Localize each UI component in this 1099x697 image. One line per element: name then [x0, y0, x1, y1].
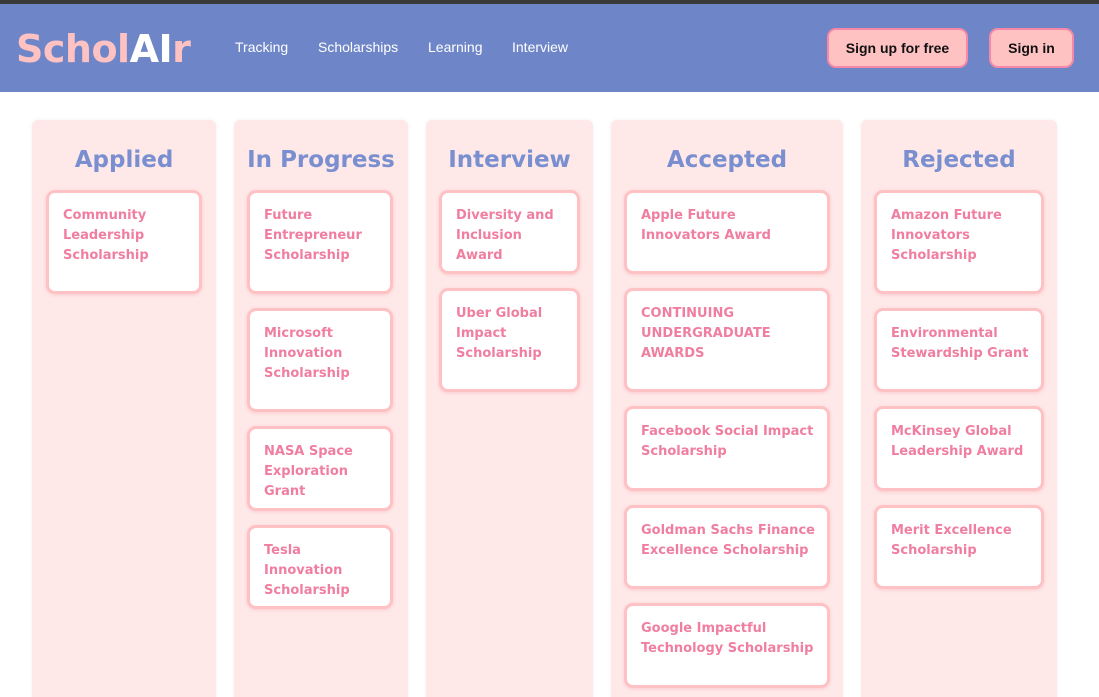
scholarship-card-title: Google Impactful Technology Scholarship	[641, 621, 814, 656]
scholarship-card[interactable]: Uber Global Impact Scholarship	[439, 288, 580, 392]
scholarship-card-title: Diversity and Inclusion Award	[456, 208, 554, 263]
scholarship-card[interactable]: Community Leadership Scholarship	[46, 190, 202, 294]
column-title: In Progress	[247, 147, 395, 173]
column-rejected: Rejected Amazon Future Innovators Schola…	[861, 120, 1057, 697]
navbar: ScholAIr Tracking Scholarships Learning …	[0, 4, 1099, 92]
scholarship-card-title: CONTINUING UNDERGRADUATE AWARDS	[641, 306, 771, 361]
scholarship-card[interactable]: Future Entrepreneur Scholarship	[247, 190, 393, 294]
column-title: Rejected	[902, 147, 1016, 173]
scholarship-card[interactable]: Microsoft Innovation Scholarship	[247, 308, 393, 412]
scholarship-card[interactable]: Diversity and Inclusion Award	[439, 190, 580, 274]
column-applied: Applied Community Leadership Scholarship	[32, 120, 216, 697]
scholarship-card-title: McKinsey Global Leadership Award	[891, 424, 1024, 459]
scholarship-card-title: Community Leadership Scholarship	[63, 208, 149, 263]
scholarship-card[interactable]: Goldman Sachs Finance Excellence Scholar…	[624, 505, 830, 589]
scholarship-card-title: Facebook Social Impact Scholarship	[641, 424, 814, 459]
sign-in-button[interactable]: Sign in	[989, 28, 1074, 68]
brand-logo[interactable]: ScholAIr	[16, 27, 191, 71]
scholarship-card-title: Apple Future Innovators Award	[641, 208, 771, 243]
column-interview: Interview Diversity and Inclusion Award …	[426, 120, 593, 697]
scholarship-card-title: Environmental Stewardship Grant	[891, 326, 1029, 361]
brand-logo-part2: AI	[129, 27, 173, 71]
scholarship-card[interactable]: NASA Space Exploration Grant	[247, 426, 393, 511]
brand-logo-part3: r	[172, 27, 191, 71]
brand-logo-part1: Schol	[16, 27, 130, 71]
scholarship-card-title: NASA Space Exploration Grant	[264, 444, 353, 499]
nav-link-interview[interactable]: Interview	[512, 38, 568, 56]
nav-link-learning[interactable]: Learning	[428, 38, 483, 56]
nav-link-scholarships[interactable]: Scholarships	[318, 38, 398, 56]
scholarship-card[interactable]: Amazon Future Innovators Scholarship	[874, 190, 1044, 294]
scholarship-card[interactable]: McKinsey Global Leadership Award	[874, 406, 1044, 491]
scholarship-card-title: Amazon Future Innovators Scholarship	[891, 208, 1002, 263]
scholarship-card[interactable]: Google Impactful Technology Scholarship	[624, 603, 830, 688]
sign-up-button[interactable]: Sign up for free	[827, 28, 968, 68]
column-in-progress: In Progress Future Entrepreneur Scholars…	[234, 120, 408, 697]
column-title: Accepted	[666, 147, 788, 173]
scholarship-card[interactable]: Apple Future Innovators Award	[624, 190, 830, 274]
scholarship-card-title: Microsoft Innovation Scholarship	[264, 326, 350, 381]
scholarship-card[interactable]: Environmental Stewardship Grant	[874, 308, 1044, 392]
column-accepted: Accepted Apple Future Innovators Award C…	[611, 120, 843, 697]
scholarship-card[interactable]: Facebook Social Impact Scholarship	[624, 406, 830, 491]
scholarship-card[interactable]: Merit Excellence Scholarship	[874, 505, 1044, 589]
scholarship-card-title: Goldman Sachs Finance Excellence Scholar…	[641, 523, 815, 558]
column-title: Applied	[74, 147, 174, 173]
column-title: Interview	[448, 147, 571, 173]
scholarship-card-title: Future Entrepreneur Scholarship	[264, 208, 362, 263]
nav-link-tracking[interactable]: Tracking	[235, 38, 288, 56]
scholarship-card[interactable]: Tesla Innovation Scholarship	[247, 525, 393, 609]
scholarship-card-title: Merit Excellence Scholarship	[891, 523, 1012, 558]
scholarship-card[interactable]: CONTINUING UNDERGRADUATE AWARDS	[624, 288, 830, 392]
scholarship-card-title: Tesla Innovation Scholarship	[264, 543, 350, 598]
scholarship-card-title: Uber Global Impact Scholarship	[456, 306, 543, 361]
